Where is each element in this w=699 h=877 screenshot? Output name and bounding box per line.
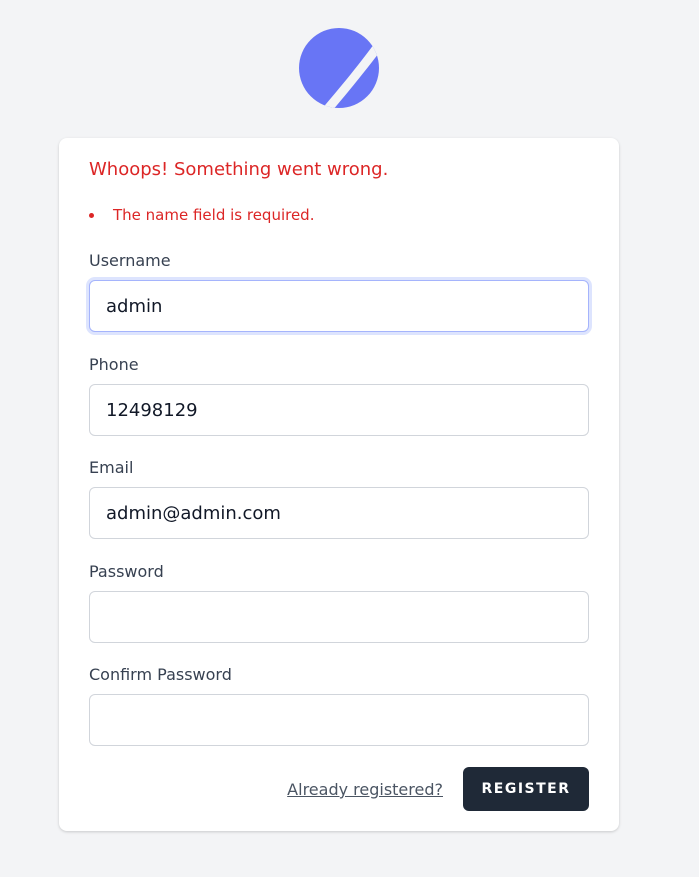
email-input[interactable] (89, 487, 589, 539)
validation-error-item: The name field is required. (89, 204, 314, 226)
email-label: Email (89, 458, 134, 477)
app-logo (298, 27, 380, 109)
validation-error-text: The name field is required. (113, 206, 315, 224)
username-input[interactable] (89, 280, 589, 332)
phone-input[interactable] (89, 384, 589, 436)
confirm-password-input[interactable] (89, 694, 589, 746)
already-registered-link[interactable]: Already registered? (287, 780, 443, 799)
register-card: Whoops! Something went wrong. The name f… (59, 138, 619, 831)
register-button[interactable]: REGISTER (463, 767, 589, 811)
validation-error-list: The name field is required. (89, 204, 314, 226)
username-label: Username (89, 251, 171, 270)
password-input[interactable] (89, 591, 589, 643)
phone-label: Phone (89, 355, 139, 374)
bullet-icon (89, 213, 94, 218)
password-label: Password (89, 562, 164, 581)
confirm-password-label: Confirm Password (89, 665, 232, 684)
validation-error-title: Whoops! Something went wrong. (89, 159, 389, 180)
jetstream-logo-icon (299, 28, 379, 108)
